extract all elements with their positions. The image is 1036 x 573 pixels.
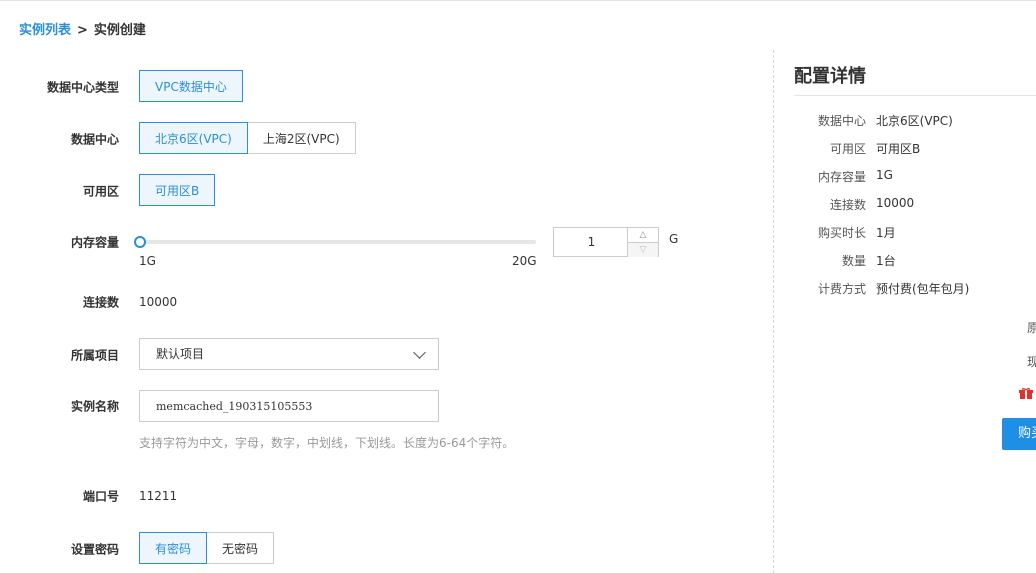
detail-item: 连接数 10000 xyxy=(794,196,1036,216)
chevron-down-icon xyxy=(413,346,426,359)
instance-name-input[interactable] xyxy=(139,390,439,422)
detail-item: 数量 1台 xyxy=(794,252,1036,272)
zone-selector: 可用区B xyxy=(139,174,216,206)
port-label: 端口号 xyxy=(82,489,119,504)
dc-selector: 北京6区(VPC) 上海2区(VPC) xyxy=(139,122,356,154)
connections-value: 10000 xyxy=(139,295,178,309)
password-selector: 有密码 无密码 xyxy=(139,532,275,564)
detail-value: 1G xyxy=(876,168,893,182)
buy-button[interactable]: 购买 xyxy=(1002,418,1036,450)
detail-key: 数据中心 xyxy=(817,114,866,128)
row-dc-type: 数据中心类型 VPC数据中心 xyxy=(0,70,760,104)
password-option-yes[interactable]: 有密码 xyxy=(139,532,208,564)
detail-item: 可用区 可用区B xyxy=(794,140,1036,160)
breadcrumb-current: 实例创建 xyxy=(93,23,146,38)
port-value: 11211 xyxy=(139,489,178,503)
memory-stepper-arrows: △ ▽ xyxy=(627,228,658,257)
panel-divider xyxy=(773,50,774,573)
detail-value: 预付费(包年包月) xyxy=(876,282,970,296)
password-option-no[interactable]: 无密码 xyxy=(206,532,275,564)
memory-label: 内存容量 xyxy=(70,235,119,250)
row-project: 所属项目 默认项目 xyxy=(0,338,760,372)
row-instance-name: 实例名称 支持字符为中文，字母，数字，中划线，下划线。长度为6-64个字符。 xyxy=(0,390,760,450)
memory-max-label: 20G xyxy=(512,254,537,268)
details-title: 配置详情 xyxy=(794,66,866,87)
detail-item: 内存容量 1G xyxy=(794,168,1036,188)
instance-name-hint: 支持字符为中文，字母，数字，中划线，下划线。长度为6-64个字符。 xyxy=(139,436,515,450)
current-price-label: 现 xyxy=(1027,355,1036,369)
connections-label: 连接数 xyxy=(82,295,119,310)
chevron-up-icon[interactable]: △ xyxy=(628,228,658,242)
details-title-divider xyxy=(794,95,1036,96)
gift-icon xyxy=(1019,388,1033,399)
detail-value: 1台 xyxy=(876,254,896,268)
detail-item: 数据中心 北京6区(VPC) xyxy=(794,112,1036,132)
memory-slider-handle[interactable] xyxy=(134,236,146,248)
original-price-label: 原 xyxy=(1027,321,1036,335)
dc-option-beijing6[interactable]: 北京6区(VPC) xyxy=(139,122,248,154)
memory-stepper[interactable]: 1 △ ▽ xyxy=(553,227,659,257)
breadcrumb: 实例列表 > 实例创建 xyxy=(19,19,146,38)
instance-name-label: 实例名称 xyxy=(70,399,119,414)
dc-type-selector: VPC数据中心 xyxy=(139,70,243,102)
row-connections: 连接数 10000 xyxy=(0,285,760,319)
project-select[interactable]: 默认项目 xyxy=(139,338,439,370)
detail-value: 1月 xyxy=(876,226,896,240)
row-zone: 可用区 可用区B xyxy=(0,174,760,208)
detail-item: 购买时长 1月 xyxy=(794,224,1036,244)
row-port: 端口号 11211 xyxy=(0,479,760,513)
detail-key: 连接数 xyxy=(829,198,866,212)
memory-unit: G xyxy=(669,232,679,246)
detail-key: 购买时长 xyxy=(817,226,866,240)
project-selected-value: 默认项目 xyxy=(156,347,205,361)
dc-type-label: 数据中心类型 xyxy=(46,80,119,95)
row-dc: 数据中心 北京6区(VPC) 上海2区(VPC) xyxy=(0,122,760,156)
password-label: 设置密码 xyxy=(70,542,119,557)
detail-key: 计费方式 xyxy=(817,282,866,296)
memory-value-input[interactable]: 1 xyxy=(554,228,629,256)
breadcrumb-link-instance-list[interactable]: 实例列表 xyxy=(19,23,71,38)
memory-min-label: 1G xyxy=(139,254,156,268)
breadcrumb-separator: > xyxy=(77,23,88,38)
dc-type-option-vpc[interactable]: VPC数据中心 xyxy=(139,70,243,102)
detail-value: 北京6区(VPC) xyxy=(876,114,953,128)
zone-option-b[interactable]: 可用区B xyxy=(139,174,216,206)
detail-value: 可用区B xyxy=(876,142,921,156)
dc-label: 数据中心 xyxy=(70,132,119,147)
zone-label: 可用区 xyxy=(82,184,119,199)
detail-value: 10000 xyxy=(876,196,915,210)
detail-key: 内存容量 xyxy=(817,170,866,184)
chevron-down-icon[interactable]: ▽ xyxy=(628,242,658,257)
row-password: 设置密码 有密码 无密码 xyxy=(0,532,760,566)
detail-key: 数量 xyxy=(841,254,866,268)
project-label: 所属项目 xyxy=(70,348,119,363)
memory-slider[interactable] xyxy=(134,236,536,248)
dc-option-shanghai2[interactable]: 上海2区(VPC) xyxy=(246,122,356,154)
detail-key: 可用区 xyxy=(829,142,866,156)
top-border xyxy=(0,0,1036,1)
row-memory: 内存容量 1G 20G 1 △ ▽ G xyxy=(0,227,760,268)
detail-item: 计费方式 预付费(包年包月) xyxy=(794,280,1036,300)
